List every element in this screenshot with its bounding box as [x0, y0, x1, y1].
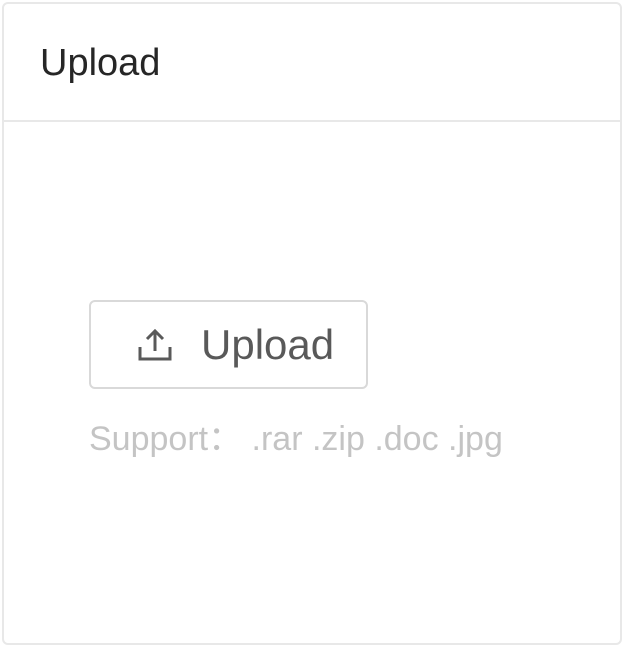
- supported-formats-hint: Support： .rar .zip .doc .jpg: [89, 420, 503, 458]
- upload-button[interactable]: Upload: [89, 300, 368, 389]
- card-title: Upload: [40, 42, 161, 84]
- upload-card: Upload Upload Support： .rar .zip .doc .j…: [2, 2, 622, 645]
- upload-button-label: Upload: [201, 320, 335, 368]
- upload-icon: [137, 327, 173, 363]
- card-header: Upload: [4, 4, 620, 122]
